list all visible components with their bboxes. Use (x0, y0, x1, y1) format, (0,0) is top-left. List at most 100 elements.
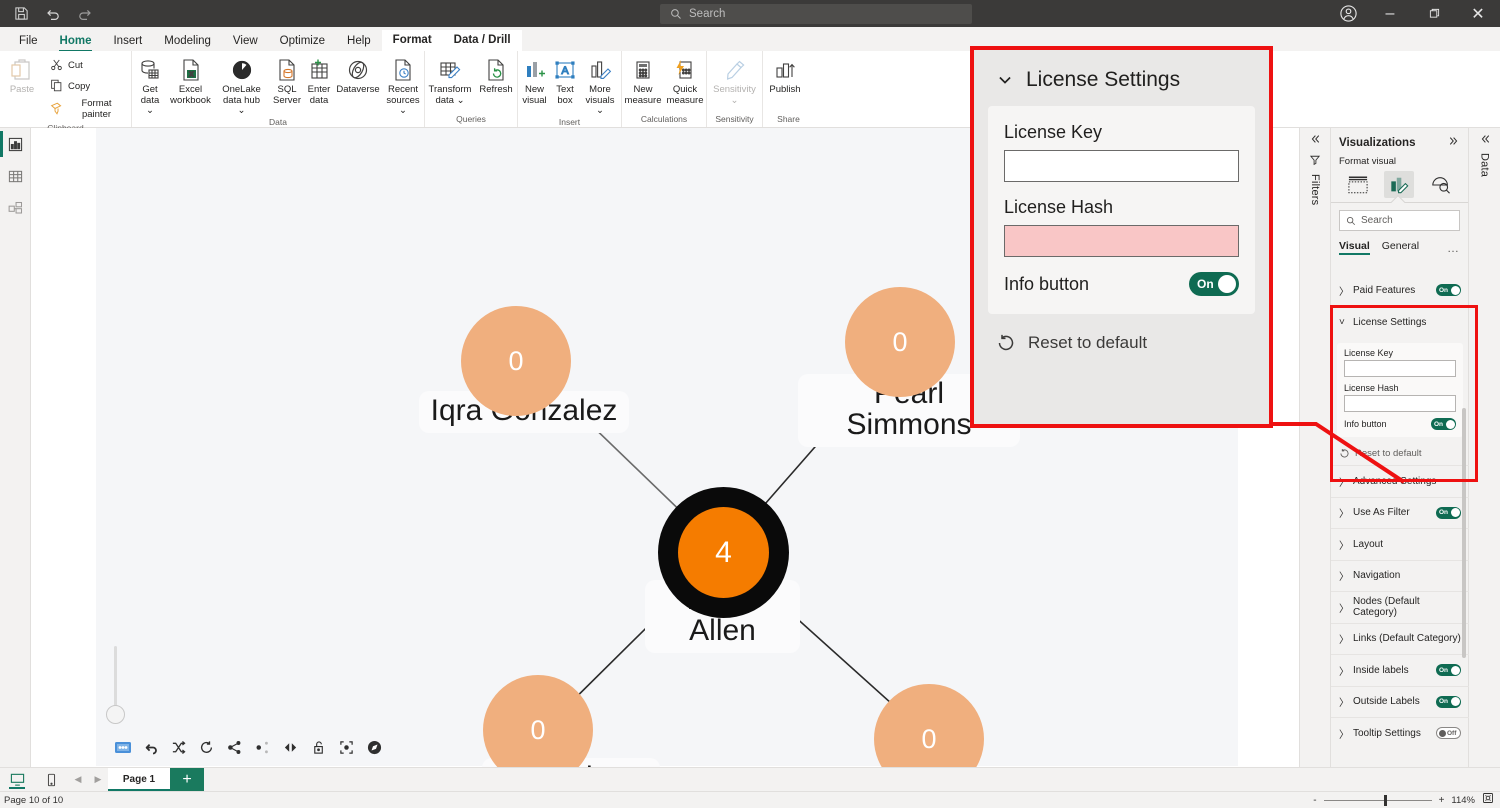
tab-general[interactable]: General (1382, 240, 1419, 255)
mobile-layout-icon[interactable] (34, 768, 68, 791)
sidebar-item-report-view[interactable] (0, 128, 31, 160)
excel-workbook-button[interactable]: X Excel workbook (168, 54, 213, 106)
more-visuals-button[interactable]: More visuals ⌄ (579, 54, 621, 117)
toggle-use-as-filter[interactable]: On (1436, 506, 1461, 519)
sensitivity-button[interactable]: Sensitivity ⌄ (707, 54, 762, 106)
page-tab-page-1[interactable]: Page 1 (108, 768, 170, 791)
format-section-paid-features[interactable]: 〉 Paid Features On (1331, 275, 1469, 307)
recent-sources-button[interactable]: Recent sources ⌄ (382, 54, 424, 117)
callout-toggle-info-button[interactable]: On (1189, 272, 1239, 296)
zoom-slider-thumb[interactable] (1383, 794, 1387, 806)
enter-data-button[interactable]: Enter data (304, 54, 334, 106)
format-section-license-settings[interactable]: ˅ License Settings (1331, 307, 1469, 339)
node-iqra-gonzalez[interactable]: 0 (461, 306, 571, 416)
page-next-button[interactable]: ▶ (88, 768, 108, 791)
shuffle-icon[interactable] (170, 739, 187, 756)
cut-button[interactable]: Cut (44, 56, 131, 77)
ribbon-tab-data-drill[interactable]: Data / Drill (442, 30, 522, 52)
ribbon-tab-optimize[interactable]: Optimize (269, 32, 336, 52)
fit-to-page-icon[interactable] (1482, 791, 1494, 808)
tab-visual[interactable]: Visual (1339, 240, 1370, 255)
visual-zoom-slider[interactable] (106, 646, 125, 724)
format-section-inside-labels[interactable]: 〉 Inside labels On (1331, 655, 1469, 687)
minimize-button[interactable]: – (1368, 0, 1412, 27)
data-pane-collapsed[interactable]: Data (1469, 128, 1500, 767)
copy-button[interactable]: Copy (44, 77, 131, 98)
filter-icon[interactable] (1300, 145, 1330, 166)
format-section-advanced-settings[interactable]: 〉 Advanced Settings (1331, 466, 1469, 498)
global-search-box[interactable]: Search (660, 4, 972, 24)
node-lucie-allen[interactable]: 4 (678, 507, 769, 598)
callout-license-key-input[interactable] (1004, 150, 1239, 182)
analytics-icon[interactable] (1426, 171, 1456, 198)
undo-arrow-icon[interactable] (142, 739, 159, 756)
format-section-links[interactable]: 〉 Links (Default Category) (1331, 624, 1469, 655)
reset-to-default-license[interactable]: Reset to default (1331, 442, 1469, 466)
onelake-data-hub-button[interactable]: OneLake data hub ⌄ (213, 54, 270, 117)
add-page-button[interactable]: + (170, 768, 204, 791)
zoom-slider-track[interactable] (1323, 794, 1432, 806)
redo-icon[interactable] (76, 5, 94, 23)
format-section-tooltip-settings[interactable]: 〉 Tooltip Settings Off (1331, 718, 1469, 745)
publish-button[interactable]: Publish (763, 54, 807, 96)
license-hash-input[interactable] (1344, 395, 1456, 412)
format-painter-button[interactable]: Format painter (44, 97, 131, 122)
refresh-button[interactable]: Refresh (475, 54, 517, 96)
new-measure-button[interactable]: New measure (622, 54, 664, 106)
build-visual-icon[interactable] (1343, 171, 1373, 198)
license-key-input[interactable] (1344, 360, 1456, 377)
get-data-button[interactable]: Get data ⌄ (132, 54, 168, 117)
ribbon-tab-format[interactable]: Format (381, 30, 443, 52)
ribbon-tab-home[interactable]: Home (49, 32, 103, 52)
collapse-nodes-icon[interactable] (254, 739, 271, 756)
toggle-outside-labels[interactable]: On (1436, 695, 1461, 708)
format-section-nodes[interactable]: 〉 Nodes (Default Category) (1331, 592, 1469, 624)
license-settings-callout[interactable]: License Settings License Key License Has… (970, 46, 1273, 428)
ribbon-tab-help[interactable]: Help (336, 32, 382, 52)
restore-button[interactable] (1412, 0, 1456, 27)
selection-icon[interactable] (114, 739, 131, 756)
paste-button[interactable]: Paste (0, 54, 44, 96)
page-prev-button[interactable]: ◀ (68, 768, 88, 791)
format-search-input[interactable]: Search (1339, 210, 1460, 231)
sidebar-item-model-view[interactable] (0, 192, 31, 224)
toggle-info-button[interactable]: On (1431, 418, 1456, 430)
format-section-use-as-filter[interactable]: 〉 Use As Filter On (1331, 498, 1469, 529)
undo-icon[interactable] (44, 5, 62, 23)
format-section-layout[interactable]: 〉 Layout (1331, 529, 1469, 561)
visualizations-expand-button[interactable] (1448, 134, 1460, 152)
filters-collapse-button[interactable] (1300, 128, 1330, 145)
ribbon-tab-modeling[interactable]: Modeling (153, 32, 222, 52)
zoom-out-button[interactable]: - (1313, 795, 1316, 806)
visualizations-pane-scrollbar[interactable] (1462, 408, 1466, 658)
ribbon-tab-view[interactable]: View (222, 32, 269, 52)
filters-pane-collapsed[interactable]: Filters (1299, 128, 1331, 767)
format-section-outside-labels[interactable]: 〉 Outside Labels On (1331, 687, 1469, 718)
toggle-tooltip-settings[interactable]: Off (1436, 727, 1461, 740)
new-visual-button[interactable]: New visual (518, 54, 551, 106)
node-pearl-simmons[interactable]: 0 (845, 287, 955, 397)
transform-data-button[interactable]: Transform data ⌄ (425, 54, 475, 106)
zoom-in-button[interactable]: + (1439, 795, 1445, 806)
dataverse-button[interactable]: Dataverse (334, 54, 382, 96)
share-nodes-icon[interactable] (226, 739, 243, 756)
ribbon-tab-insert[interactable]: Insert (102, 32, 153, 52)
desktop-layout-icon[interactable] (0, 768, 34, 791)
format-more-options[interactable]: … (1447, 241, 1460, 255)
callout-reset-to-default[interactable]: Reset to default (974, 314, 1269, 353)
text-box-button[interactable]: A Text box (551, 54, 579, 106)
close-button[interactable]: ✕ (1456, 0, 1500, 27)
data-collapse-button[interactable] (1469, 128, 1500, 145)
save-icon[interactable] (12, 5, 30, 23)
fit-width-icon[interactable] (282, 739, 299, 756)
license-settings-callout-header[interactable]: License Settings (974, 50, 1269, 106)
sql-server-button[interactable]: SQL Server (270, 54, 304, 106)
focus-icon[interactable] (338, 739, 355, 756)
format-visual-icon[interactable] (1384, 171, 1415, 198)
toggle-paid-features[interactable]: On (1436, 284, 1461, 297)
quick-measure-button[interactable]: Quick measure (664, 54, 706, 106)
ribbon-tab-file[interactable]: File (8, 32, 49, 52)
unlock-icon[interactable] (310, 739, 327, 756)
navigate-icon[interactable] (366, 739, 383, 756)
visual-zoom-knob[interactable] (106, 705, 125, 724)
